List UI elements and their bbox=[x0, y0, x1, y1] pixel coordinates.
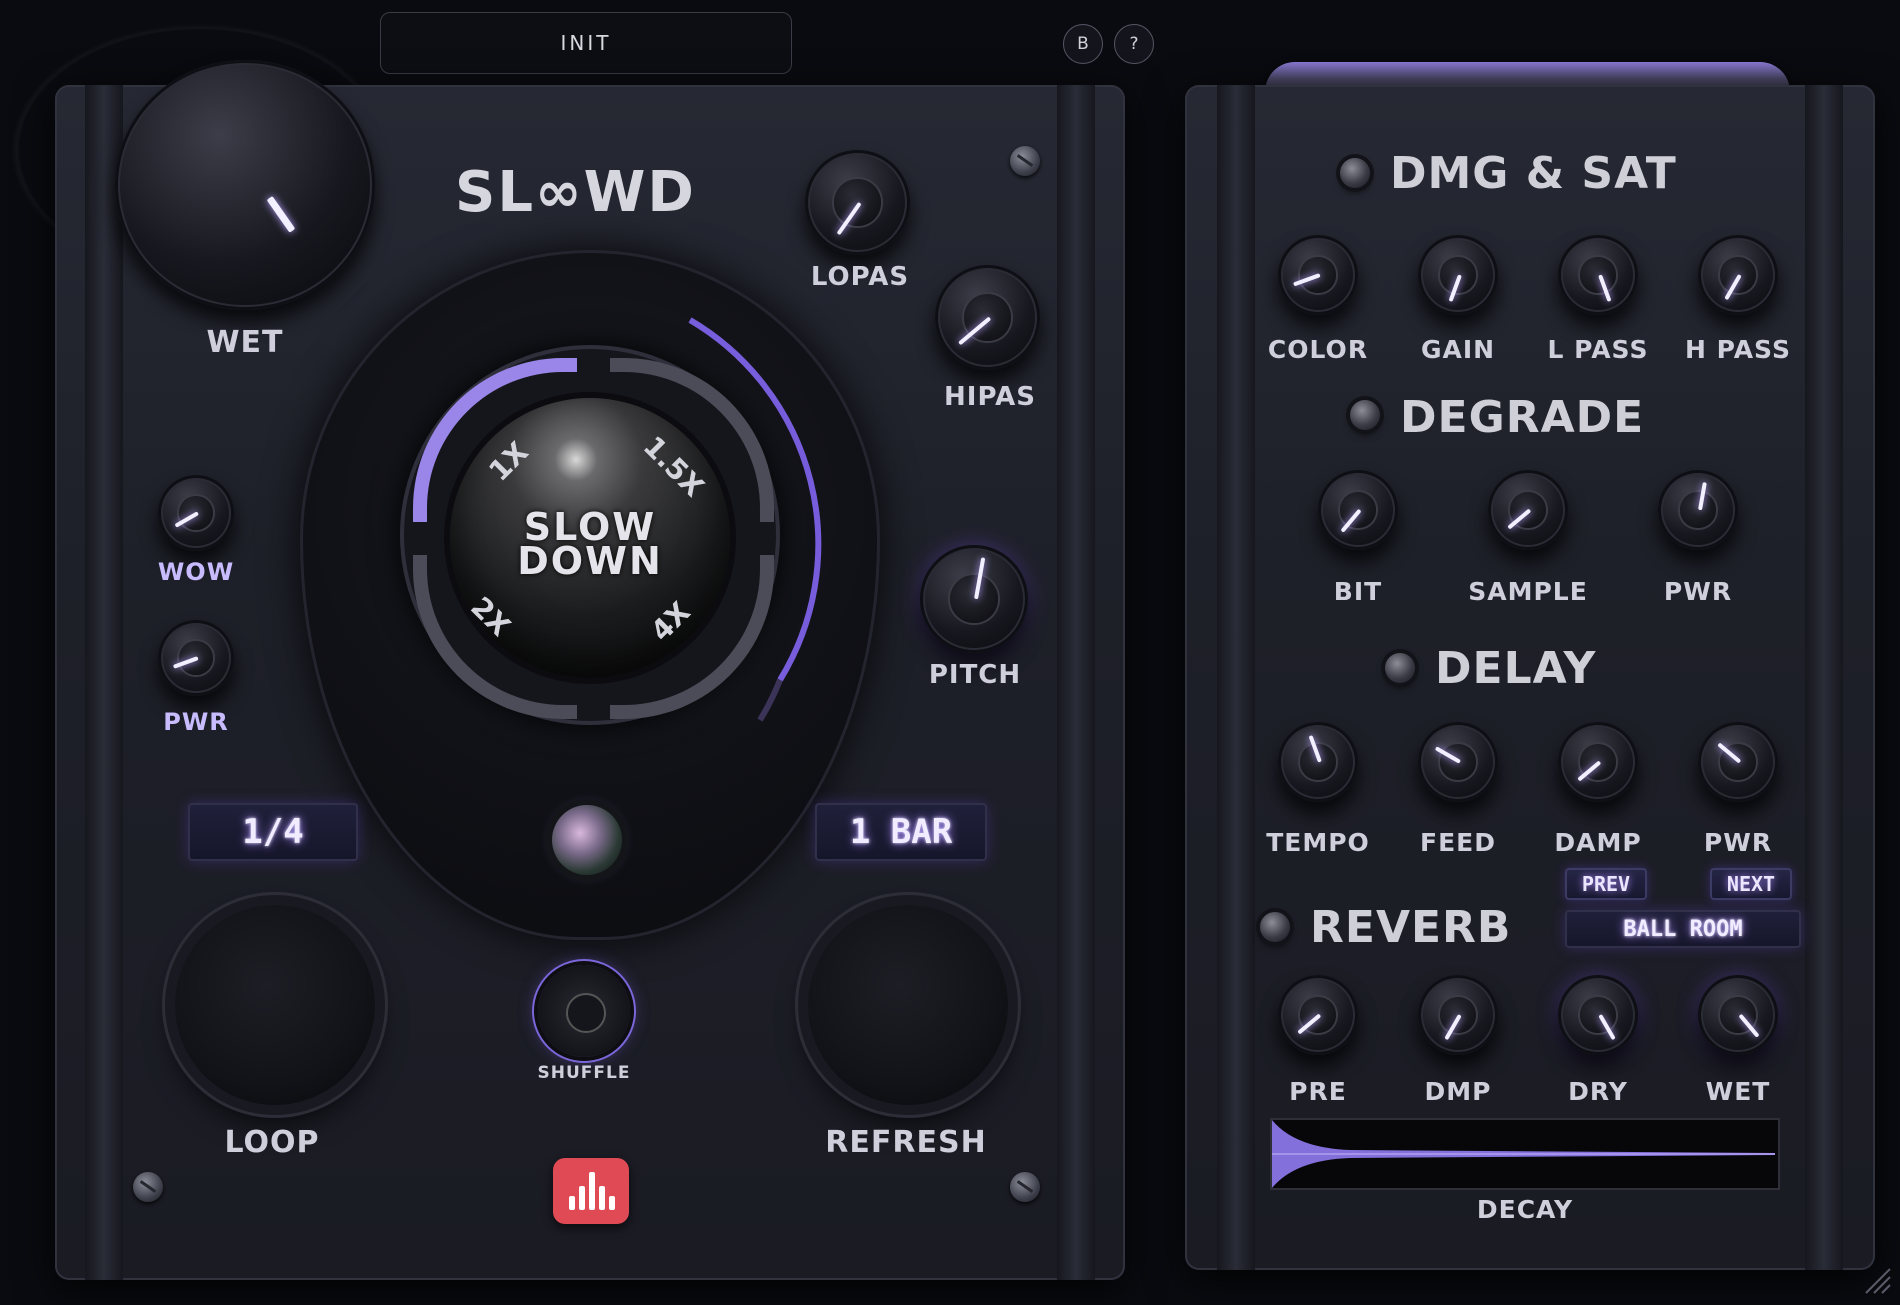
preset-name-display[interactable]: INIT bbox=[380, 12, 792, 74]
decay-envelope-display[interactable] bbox=[1270, 1118, 1780, 1190]
color-knob[interactable] bbox=[1278, 235, 1358, 315]
delay-pwr-label: PWR bbox=[1703, 828, 1773, 857]
reverb-title: REVERB bbox=[1310, 902, 1512, 953]
pwr-knob[interactable] bbox=[158, 620, 234, 696]
loop-length-display[interactable]: 1/4 bbox=[188, 803, 358, 861]
slowdown-line2: DOWN bbox=[517, 539, 663, 583]
h-pass-label: H PASS bbox=[1685, 335, 1791, 364]
color-label: COLOR bbox=[1267, 335, 1369, 364]
reverb-preset-display[interactable]: BALL ROOM bbox=[1565, 910, 1801, 948]
degrade-pwr-knob[interactable] bbox=[1658, 470, 1738, 550]
refresh-label: REFRESH bbox=[825, 1125, 987, 1160]
decay-label: DECAY bbox=[1476, 1195, 1574, 1224]
gem-indicator bbox=[552, 805, 622, 875]
knob-indicator bbox=[266, 195, 296, 233]
slowdown-label: SLOW DOWN bbox=[517, 508, 663, 583]
wow-label: WOW bbox=[157, 558, 235, 586]
feed-knob[interactable] bbox=[1418, 722, 1498, 802]
gain-label: GAIN bbox=[1420, 335, 1496, 364]
dmg-sat-power-led[interactable] bbox=[1340, 158, 1370, 188]
reverb-wet-knob[interactable] bbox=[1698, 975, 1778, 1055]
pitch-knob[interactable] bbox=[920, 545, 1028, 653]
resize-grip-icon[interactable] bbox=[1862, 1265, 1892, 1295]
pre-knob[interactable] bbox=[1278, 975, 1358, 1055]
feed-label: FEED bbox=[1420, 828, 1496, 857]
reverb-next-button[interactable]: NEXT bbox=[1710, 868, 1792, 900]
degrade-title: DEGRADE bbox=[1400, 392, 1645, 443]
knob-cap bbox=[950, 575, 998, 623]
loop-label: LOOP bbox=[224, 1125, 320, 1160]
reverb-wet-label: WET bbox=[1705, 1077, 1771, 1106]
screw-icon bbox=[133, 1172, 163, 1202]
reverb-prev-button[interactable]: PREV bbox=[1565, 868, 1647, 900]
wow-knob[interactable] bbox=[158, 475, 234, 551]
b-button[interactable]: B bbox=[1063, 24, 1103, 64]
dmp-label: DMP bbox=[1424, 1077, 1492, 1106]
bit-knob[interactable] bbox=[1318, 470, 1398, 550]
degrade-power-led[interactable] bbox=[1350, 400, 1380, 430]
dmp-knob[interactable] bbox=[1418, 975, 1498, 1055]
panel-rail-left bbox=[85, 85, 123, 1280]
pre-label: PRE bbox=[1289, 1077, 1347, 1106]
damp-label: DAMP bbox=[1554, 828, 1642, 857]
preset-name-text: INIT bbox=[560, 31, 612, 55]
tempo-label: TEMPO bbox=[1266, 828, 1370, 857]
tempo-knob[interactable] bbox=[1278, 722, 1358, 802]
gain-knob[interactable] bbox=[1418, 235, 1498, 315]
delay-pwr-knob[interactable] bbox=[1698, 722, 1778, 802]
panel-rail-right bbox=[1805, 85, 1843, 1270]
screw-icon bbox=[1010, 146, 1040, 176]
lopas-knob[interactable] bbox=[805, 150, 910, 255]
brand-title: SL∞WD bbox=[455, 160, 696, 225]
damp-knob[interactable] bbox=[1558, 722, 1638, 802]
bit-label: BIT bbox=[1333, 577, 1383, 606]
loop-footswitch[interactable] bbox=[175, 905, 375, 1105]
panel-rail-right bbox=[1057, 85, 1095, 1280]
hipas-knob[interactable] bbox=[935, 265, 1040, 370]
degrade-pwr-label: PWR bbox=[1663, 577, 1733, 606]
dmg-sat-title: DMG & SAT bbox=[1390, 148, 1677, 199]
shuffle-button[interactable] bbox=[538, 965, 630, 1057]
sample-knob[interactable] bbox=[1488, 470, 1568, 550]
refresh-footswitch[interactable] bbox=[808, 905, 1008, 1105]
delay-power-led[interactable] bbox=[1385, 653, 1415, 683]
decay-waveform bbox=[1272, 1120, 1775, 1188]
pwr-label: PWR bbox=[163, 708, 229, 736]
help-button[interactable]: ? bbox=[1114, 24, 1154, 64]
dry-label: DRY bbox=[1568, 1077, 1628, 1106]
wet-label: WET bbox=[206, 325, 284, 360]
hipas-label: HIPAS bbox=[944, 382, 1036, 412]
brand-logo-icon[interactable] bbox=[553, 1158, 629, 1224]
refresh-length-display[interactable]: 1 BAR bbox=[815, 803, 987, 861]
l-pass-label: L PASS bbox=[1547, 335, 1649, 364]
screw-icon bbox=[1010, 1172, 1040, 1202]
shuffle-label: SHUFFLE bbox=[537, 1063, 631, 1083]
pitch-label: PITCH bbox=[928, 660, 1022, 690]
panel-rail-left bbox=[1217, 85, 1255, 1270]
sample-label: SAMPLE bbox=[1468, 577, 1588, 606]
knob-cap bbox=[1680, 492, 1716, 528]
l-pass-knob[interactable] bbox=[1558, 235, 1638, 315]
dry-knob[interactable] bbox=[1558, 975, 1638, 1055]
h-pass-knob[interactable] bbox=[1698, 235, 1778, 315]
reverb-power-led[interactable] bbox=[1260, 912, 1290, 942]
delay-title: DELAY bbox=[1435, 643, 1597, 694]
